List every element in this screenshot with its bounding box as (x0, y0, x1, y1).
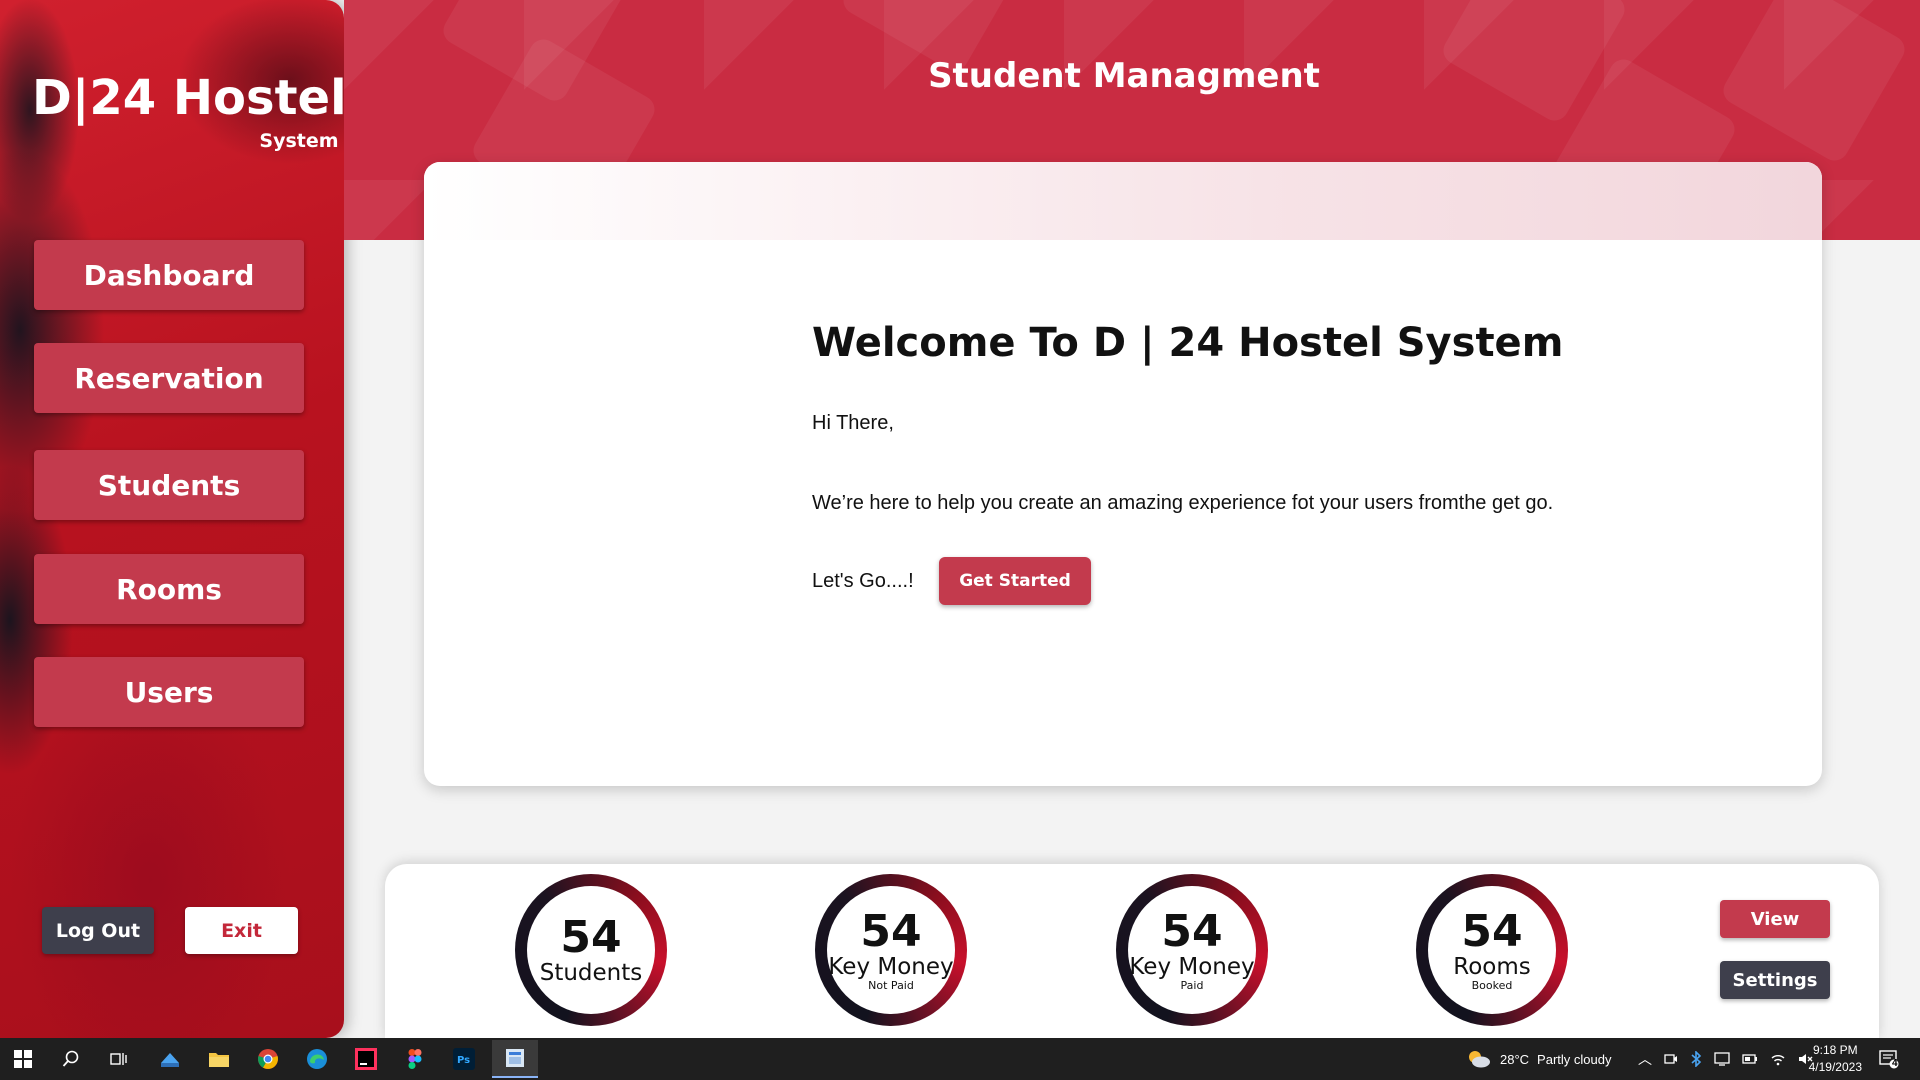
welcome-card: Welcome To D | 24 Hostel System Hi There… (424, 162, 1822, 786)
weather-desc: Partly cloudy (1537, 1051, 1612, 1067)
stat-value: 54 (860, 905, 922, 957)
stat-label: Rooms (1453, 953, 1531, 980)
network-drive-icon[interactable] (1714, 1052, 1730, 1066)
stat-value: 54 (560, 911, 622, 963)
weather-icon (1469, 1051, 1490, 1068)
stat-label: Key Money (1129, 953, 1255, 980)
windows-start-icon[interactable] (8, 1044, 38, 1074)
stats-panel: 54 Students 54 Key Money Not Paid 54 Key… (385, 864, 1879, 1040)
exit-button[interactable]: Exit (185, 907, 298, 954)
meet-icon[interactable] (1664, 1052, 1678, 1066)
stat-label: Key Money (828, 953, 954, 980)
stat-sublabel: Not Paid (868, 978, 914, 992)
notification-count: 4 (1892, 1058, 1898, 1069)
stat-label: Students (539, 959, 643, 986)
stat-key-money-paid: 54 Key Money Paid (1116, 874, 1268, 1026)
weather-temp: 28°C (1500, 1051, 1530, 1067)
greeting-text: Hi There, (812, 412, 894, 434)
view-button[interactable]: View (1720, 900, 1830, 938)
stat-key-money-not-paid: 54 Key Money Not Paid (815, 874, 967, 1026)
card-header (424, 162, 1822, 240)
figma-icon[interactable] (400, 1044, 430, 1074)
app-icon[interactable] (155, 1044, 185, 1074)
system-tray: ︿ (1638, 1038, 1814, 1080)
photoshop-icon[interactable]: Ps (449, 1044, 479, 1074)
nav-students-button[interactable]: Students (34, 450, 304, 520)
logout-button[interactable]: Log Out (42, 907, 154, 954)
stat-inner: 54 Key Money Not Paid (827, 886, 955, 1014)
file-explorer-icon[interactable] (204, 1044, 234, 1074)
brand-logo: D|24 Hostel System (32, 70, 347, 152)
chevron-up-icon[interactable]: ︿ (1638, 1049, 1652, 1069)
clock-date: 4/19/2023 (1808, 1060, 1862, 1074)
stat-value: 54 (1161, 905, 1223, 957)
stat-rooms-booked: 54 Rooms Booked (1416, 874, 1568, 1026)
stat-sublabel: Booked (1471, 978, 1513, 992)
taskbar: Ps 28°C Partly cloudy ︿ 9:18 PM 4/19/202… (0, 1038, 1920, 1080)
stat-sublabel: Paid (1180, 978, 1204, 992)
active-app-icon[interactable] (492, 1040, 538, 1078)
nav-users-button[interactable]: Users (34, 657, 304, 727)
welcome-heading: Welcome To D | 24 Hostel System (812, 320, 1564, 366)
nav-reservation-button[interactable]: Reservation (34, 343, 304, 413)
chrome-icon[interactable] (253, 1044, 283, 1074)
brand-title: D|24 Hostel (32, 70, 347, 126)
stat-value: 54 (1461, 905, 1523, 957)
bluetooth-icon[interactable] (1690, 1051, 1702, 1067)
stat-inner: 54 Key Money Paid (1128, 886, 1256, 1014)
nav-rooms-button[interactable]: Rooms (34, 554, 304, 624)
battery-icon[interactable] (1742, 1053, 1758, 1065)
wifi-icon[interactable] (1770, 1052, 1786, 1066)
intro-text: We’re here to help you create an amazing… (812, 492, 1554, 514)
intellij-icon[interactable] (351, 1044, 381, 1074)
clock-time: 9:18 PM (1812, 1043, 1858, 1057)
svg-text:Ps: Ps (457, 1055, 470, 1066)
edge-icon[interactable] (302, 1044, 332, 1074)
lets-go-text: Let's Go....! (812, 570, 914, 592)
settings-button[interactable]: Settings (1720, 961, 1830, 999)
notification-icon[interactable]: 4 (1874, 1044, 1904, 1074)
stat-students: 54 Students (515, 874, 667, 1026)
nav-dashboard-button[interactable]: Dashboard (34, 240, 304, 310)
clock[interactable]: 9:18 PM 4/19/2023 (1809, 1042, 1862, 1076)
sidebar: D|24 Hostel System Dashboard Reservation… (0, 0, 347, 1038)
task-view-icon[interactable] (104, 1044, 134, 1074)
stat-inner: 54 Students (527, 886, 655, 1014)
get-started-button[interactable]: Get Started (939, 557, 1091, 605)
search-icon[interactable] (56, 1044, 86, 1074)
page-title: Student Managment (928, 56, 1320, 96)
stat-inner: 54 Rooms Booked (1428, 886, 1556, 1014)
brand-subtitle: System (259, 130, 339, 152)
weather-widget[interactable]: 28°C Partly cloudy (1466, 1038, 1611, 1080)
